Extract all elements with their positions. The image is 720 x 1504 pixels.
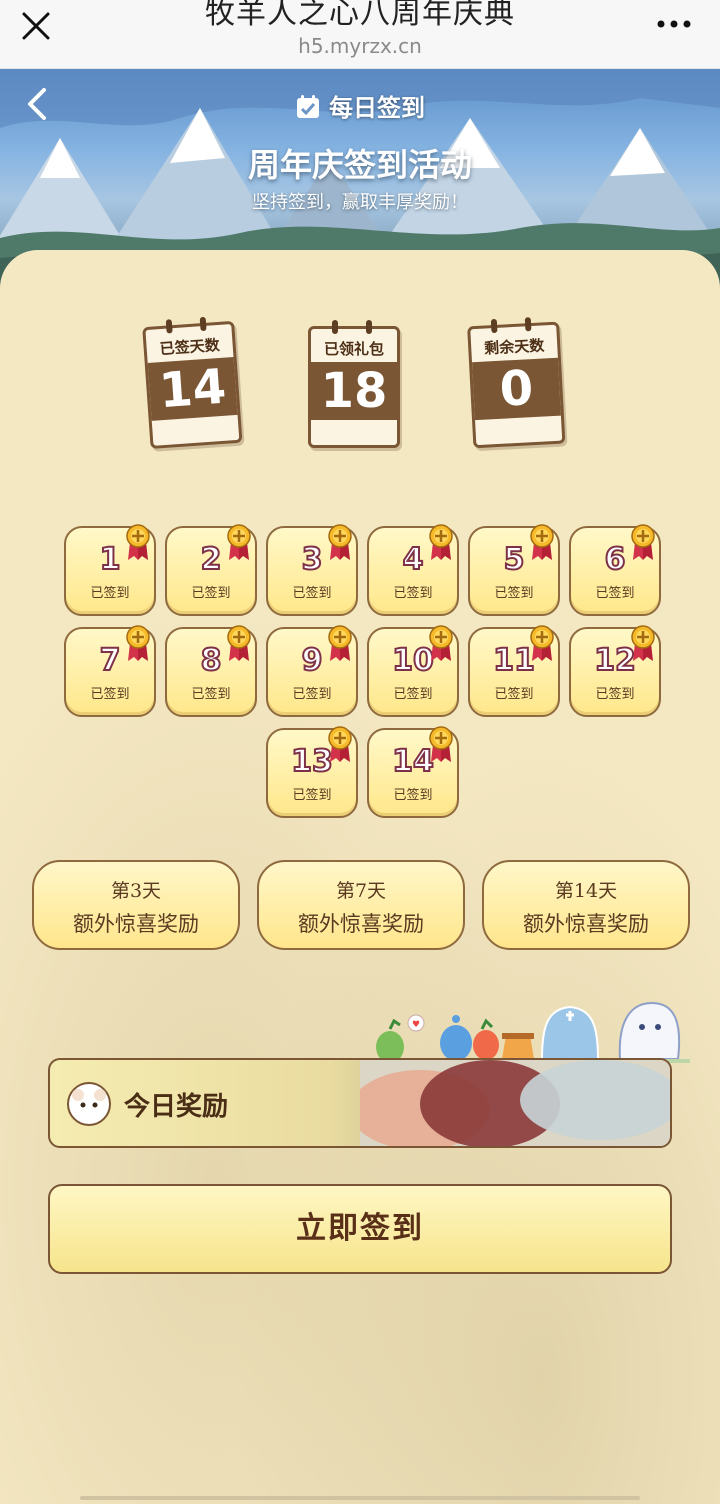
obscured-reward-scribble bbox=[360, 1060, 670, 1146]
sign-in-now-button[interactable]: 立即签到 bbox=[48, 1184, 672, 1274]
svg-text:♥: ♥ bbox=[412, 1020, 420, 1030]
day-status: 已签到 bbox=[494, 687, 534, 702]
today-reward-label: 今日奖励 bbox=[124, 1092, 229, 1122]
day-tile[interactable]: 13 已签到 bbox=[266, 726, 358, 818]
medal-icon bbox=[631, 625, 655, 661]
day-status: 已签到 bbox=[393, 687, 433, 702]
calendar-icon bbox=[297, 95, 319, 118]
stat-value: 18 bbox=[311, 362, 397, 420]
browser-top-bar: 牧羊人之心八周年庆典 h5.myrzx.cn bbox=[0, 0, 720, 69]
activity-subheading: 坚持签到，赢取丰厚奖励！ bbox=[252, 192, 468, 213]
medal-icon bbox=[530, 524, 554, 560]
nav-title-text: 每日签到 bbox=[329, 94, 425, 122]
day-tile[interactable]: 6 已签到 bbox=[569, 524, 661, 616]
day-tile[interactable]: 1 已签到 bbox=[64, 524, 156, 616]
nav-title: 每日签到 bbox=[0, 88, 720, 123]
day-tile[interactable]: 8 已签到 bbox=[165, 625, 257, 717]
day-tile[interactable]: 5 已签到 bbox=[468, 524, 560, 616]
day-tile[interactable]: 2 已签到 bbox=[165, 524, 257, 616]
day-status: 已签到 bbox=[191, 586, 231, 601]
bonus-day14-button[interactable]: 第14天 额外惊喜奖励 bbox=[482, 860, 690, 950]
day-tile[interactable]: 14 已签到 bbox=[367, 726, 459, 818]
home-indicator bbox=[80, 1496, 640, 1500]
day-status: 已签到 bbox=[292, 586, 332, 601]
medal-icon bbox=[328, 726, 352, 762]
bonus-day3-button[interactable]: 第3天 额外惊喜奖励 bbox=[32, 860, 240, 950]
bonus-day-label: 第14天 bbox=[554, 880, 618, 902]
day-tile[interactable]: 11 已签到 bbox=[468, 625, 560, 717]
medal-icon bbox=[429, 524, 453, 560]
day-status: 已签到 bbox=[494, 586, 534, 601]
day-status: 已签到 bbox=[393, 788, 433, 803]
bonus-day-label: 第7天 bbox=[335, 880, 387, 902]
more-icon[interactable] bbox=[656, 14, 692, 34]
day-tile[interactable]: 7 已签到 bbox=[64, 625, 156, 717]
day-status: 已签到 bbox=[90, 586, 130, 601]
day-status: 已签到 bbox=[595, 687, 635, 702]
stat-value: 0 bbox=[472, 357, 561, 421]
medal-icon bbox=[227, 625, 251, 661]
medal-icon bbox=[328, 625, 352, 661]
medal-icon bbox=[530, 625, 554, 661]
medal-icon bbox=[328, 524, 352, 560]
mascot-characters: ♥ bbox=[370, 1001, 690, 1063]
day-tile[interactable]: 4 已签到 bbox=[367, 524, 459, 616]
page-url: h5.myrzx.cn bbox=[298, 34, 422, 58]
stat-label: 剩余天数 bbox=[483, 336, 545, 358]
medal-icon bbox=[126, 625, 150, 661]
medal-icon bbox=[227, 524, 251, 560]
day-status: 已签到 bbox=[595, 586, 635, 601]
stat-value: 14 bbox=[147, 356, 238, 421]
medal-icon bbox=[429, 726, 453, 762]
day-status: 已签到 bbox=[292, 687, 332, 702]
page-title: 牧羊人之心八周年庆典 bbox=[205, 0, 515, 31]
day-tile[interactable]: 10 已签到 bbox=[367, 625, 459, 717]
today-reward-bar: 今日奖励 bbox=[48, 1058, 672, 1148]
day-status: 已签到 bbox=[292, 788, 332, 803]
sheep-icon bbox=[67, 1082, 111, 1126]
day-tile[interactable]: 3 已签到 bbox=[266, 524, 358, 616]
day-tile[interactable]: 9 已签到 bbox=[266, 625, 358, 717]
medal-icon bbox=[631, 524, 655, 560]
day-tile[interactable]: 12 已签到 bbox=[569, 625, 661, 717]
stat-remaining-days: 剩余天数 0 bbox=[467, 316, 566, 449]
bonus-day7-button[interactable]: 第7天 额外惊喜奖励 bbox=[257, 860, 465, 950]
medal-icon bbox=[429, 625, 453, 661]
day-status: 已签到 bbox=[191, 687, 231, 702]
stat-label: 已领礼包 bbox=[323, 340, 384, 358]
bonus-text: 额外惊喜奖励 bbox=[298, 912, 424, 936]
day-status: 已签到 bbox=[90, 687, 130, 702]
stat-signed-days: 已签天数 14 bbox=[142, 315, 243, 449]
bonus-text: 额外惊喜奖励 bbox=[73, 912, 199, 936]
bonus-text: 额外惊喜奖励 bbox=[523, 912, 649, 936]
day-status: 已签到 bbox=[393, 586, 433, 601]
activity-heading: 周年庆签到活动 bbox=[247, 146, 472, 184]
stat-received-packs: 已领礼包 18 bbox=[308, 320, 400, 448]
medal-icon bbox=[126, 524, 150, 560]
bonus-day-label: 第3天 bbox=[110, 880, 162, 902]
